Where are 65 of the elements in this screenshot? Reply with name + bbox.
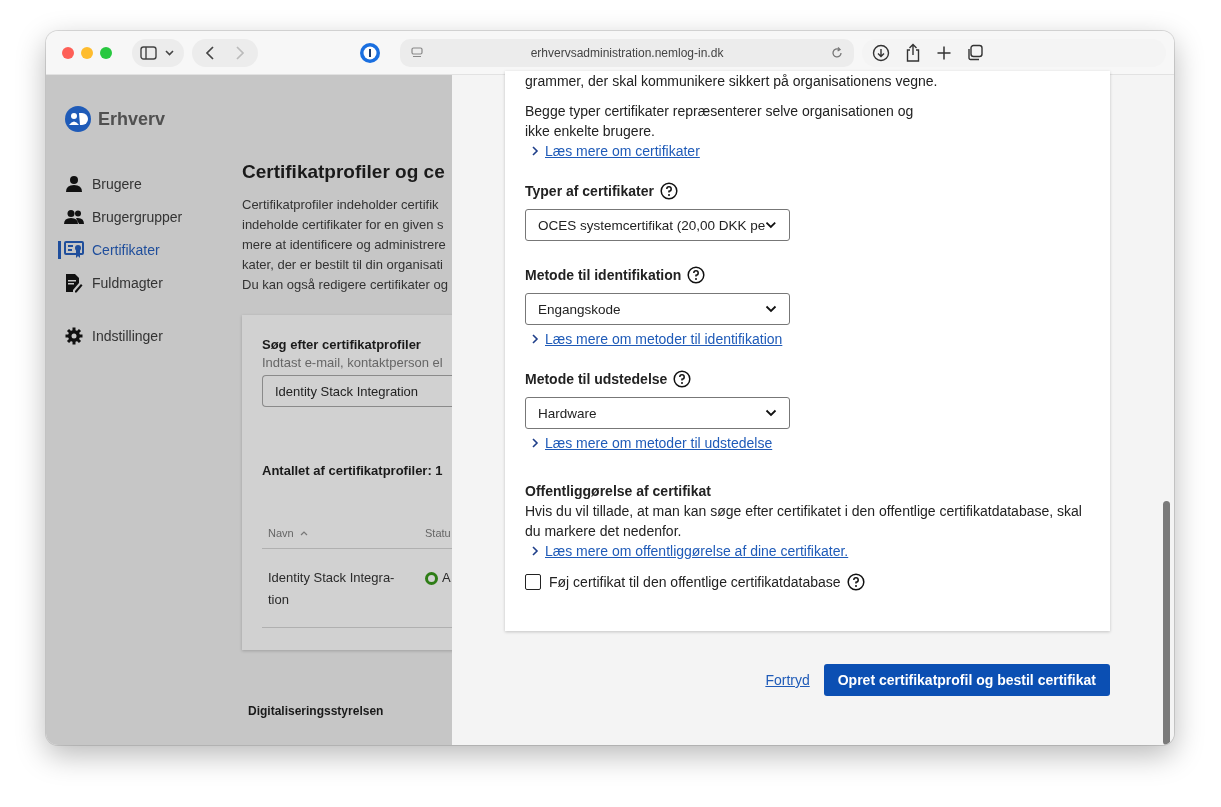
read-more-link[interactable]: Læs mere om metoder til udstedelse — [531, 433, 773, 453]
url-text: erhvervsadministration.nemlog-in.dk — [529, 45, 725, 60]
status-text: A — [442, 572, 451, 584]
search-field[interactable]: Identity Stack Integration — [262, 375, 452, 407]
profile-count: Antallet af certifikatprofiler: 1 — [262, 463, 444, 478]
sort-icon — [299, 530, 308, 536]
help-icon[interactable] — [687, 266, 706, 284]
logo-text: Erhverv — [98, 108, 166, 130]
page-title: Certifikatprofiler og ce — [242, 161, 446, 183]
sidebar-item[interactable]: Brugergrupper — [64, 206, 187, 228]
back-button[interactable] — [204, 44, 216, 61]
chevron-down-icon — [765, 409, 777, 417]
sidebar-icon — [140, 44, 176, 61]
checkbox-label[interactable]: Føj certifikat til den offentlige certifikatdatabase — [549, 574, 841, 590]
address-bar[interactable]: erhvervsadministration.nemlog-in.dk — [400, 38, 854, 67]
help-icon[interactable] — [846, 573, 865, 591]
sidebar-item[interactable]: Brugere — [64, 173, 146, 195]
cancel-link[interactable]: Fortryd — [765, 672, 810, 688]
chevron-icon — [531, 333, 539, 345]
share-icon[interactable] — [904, 42, 922, 63]
submit-button[interactable]: Opret certifikatprofil og bestil certifikat — [823, 664, 1110, 696]
reload-icon[interactable] — [830, 45, 844, 60]
dropdown[interactable]: OCES systemcertifikat (20,00 DKK pe — [525, 209, 790, 241]
certificate-icon — [64, 241, 84, 259]
chevron-icon — [531, 545, 539, 557]
search-label: Søg efter certifikatprofiler — [262, 337, 422, 352]
dropdown[interactable]: Engangskode — [525, 293, 790, 325]
people-icon — [64, 209, 84, 225]
password-manager-icon[interactable] — [358, 40, 382, 65]
help-icon[interactable] — [659, 182, 678, 200]
new-tab-icon[interactable] — [936, 44, 952, 61]
footer-text: Digitaliseringsstyrelsen — [248, 704, 385, 718]
scrollbar-thumb[interactable] — [1163, 501, 1170, 745]
column-header[interactable]: Statu — [425, 527, 451, 539]
person-icon — [64, 175, 84, 193]
page-icon — [410, 45, 424, 60]
read-more-link[interactable]: Læs mere om offentliggørelse af dine certifikater. — [531, 541, 849, 561]
description-text: Begge typer certifikater repræsenterer selve organisationen og ikke enkelte brugere. — [525, 102, 915, 141]
chevron-down-icon — [765, 221, 777, 229]
search-hint: Indtast e-mail, kontaktperson el — [262, 355, 444, 370]
sidebar-item[interactable]: Indstillinger — [64, 325, 167, 347]
table-cell-text: Identity Stack Integra-tion — [268, 569, 396, 609]
document-icon — [64, 273, 84, 293]
close-window-button[interactable] — [62, 46, 74, 59]
intro-paragraph: Certifikatprofiler indeholder certifik indeholde certifikater for en given s mere at identificere og administrere kater, der er bestilt til din organisati Du kan også redigere certifikater og — [242, 196, 449, 294]
field-label: Metode til identifikation — [525, 267, 682, 283]
read-more-link[interactable]: Læs mere om metoder til identifikation — [531, 329, 783, 349]
dropdown[interactable]: Hardware — [525, 397, 790, 429]
sidebar-toggle-button[interactable] — [132, 38, 184, 67]
description-text: Hvis du vil tillade, at man kan søge efter certifikatet i den offentlige certifikatdatabase, skal du markere det nedenfor. — [525, 502, 1083, 541]
tabs-overview-icon[interactable] — [966, 43, 984, 62]
read-more-link[interactable]: Læs mere om certifikater — [531, 141, 700, 161]
description-text: grammer, der skal kommunikere sikkert på organisationens vegne. — [525, 72, 939, 91]
download-icon[interactable] — [872, 43, 890, 62]
chevron-icon — [531, 437, 539, 449]
checkbox[interactable] — [525, 574, 541, 590]
field-label: Metode til udstedelse — [525, 371, 668, 387]
chevron-down-icon — [765, 305, 777, 313]
sidebar-item[interactable]: Fuldmagter — [64, 272, 167, 294]
logo-icon — [64, 105, 92, 133]
column-header[interactable]: Navn — [268, 527, 425, 539]
field-label: Typer af certifikater — [525, 183, 654, 199]
section-heading: Offentliggørelse af certifikat — [525, 482, 712, 501]
chevron-icon — [531, 145, 539, 157]
help-icon[interactable] — [673, 370, 692, 388]
